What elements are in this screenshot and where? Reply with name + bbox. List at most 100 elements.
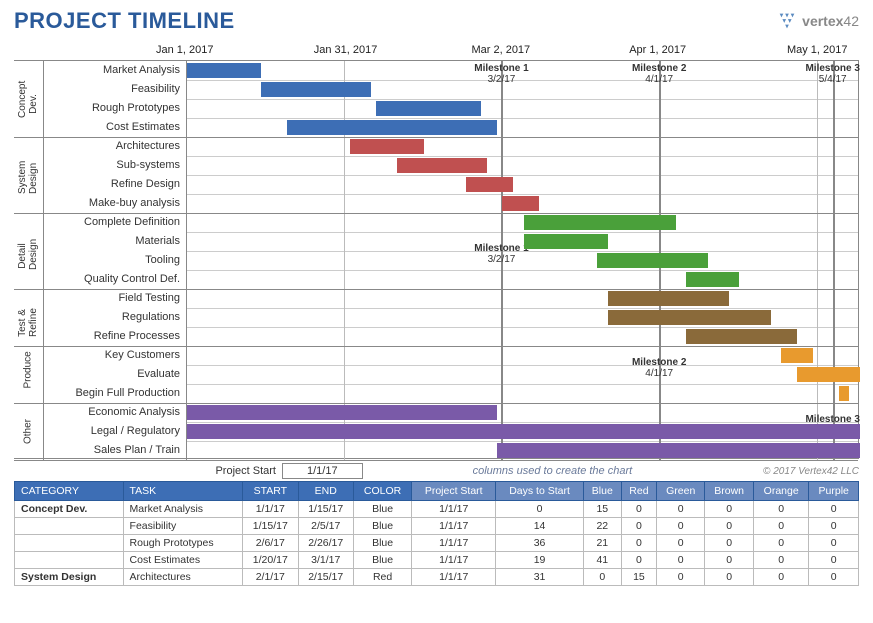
group-gutter: [14, 289, 44, 308]
table-cell[interactable]: 36: [496, 535, 584, 552]
table-cell[interactable]: 1/1/17: [412, 552, 496, 569]
table-cell[interactable]: Blue: [353, 552, 411, 569]
table-cell[interactable]: 0: [705, 518, 754, 535]
task-label: Refine Processes: [44, 327, 186, 346]
table-cell[interactable]: [15, 552, 124, 569]
table-cell[interactable]: [15, 535, 124, 552]
table-cell[interactable]: 3/1/17: [298, 552, 353, 569]
table-cell[interactable]: Feasibility: [123, 518, 243, 535]
task-label: Architectures: [44, 137, 186, 156]
group-label: Concept Dev.: [17, 90, 39, 118]
table-subheader: Red: [621, 482, 657, 501]
table-cell[interactable]: [15, 518, 124, 535]
bar-area: [186, 156, 858, 175]
table-cell[interactable]: 0: [809, 501, 859, 518]
table-cell[interactable]: 0: [809, 518, 859, 535]
table-cell[interactable]: 0: [754, 569, 809, 586]
table-cell[interactable]: Blue: [353, 501, 411, 518]
table-cell[interactable]: 0: [754, 535, 809, 552]
table-cell[interactable]: Architectures: [123, 569, 243, 586]
gantt-bar: [502, 196, 539, 211]
table-header: START: [243, 482, 298, 501]
table-cell[interactable]: 0: [657, 569, 705, 586]
table-cell[interactable]: 0: [754, 518, 809, 535]
task-row: Feasibility: [14, 80, 858, 99]
table-cell[interactable]: 0: [496, 501, 584, 518]
table-cell[interactable]: 22: [583, 518, 621, 535]
table-cell[interactable]: 0: [809, 552, 859, 569]
task-row: Begin Full Production: [14, 384, 858, 403]
table-cell[interactable]: 0: [621, 501, 657, 518]
table-cell[interactable]: Market Analysis: [123, 501, 243, 518]
table-cell[interactable]: Red: [353, 569, 411, 586]
date-tick: Mar 2, 2017: [471, 44, 530, 56]
table-subheader: Blue: [583, 482, 621, 501]
group-label: System Design: [17, 166, 39, 194]
table-cell[interactable]: Blue: [353, 518, 411, 535]
bar-area: [186, 194, 858, 213]
table-cell[interactable]: 0: [754, 552, 809, 569]
gantt-bar: [187, 424, 860, 439]
task-row: Legal / Regulatory: [14, 422, 858, 441]
table-cell[interactable]: 2/5/17: [298, 518, 353, 535]
table-cell[interactable]: 0: [657, 552, 705, 569]
table-cell[interactable]: 15: [583, 501, 621, 518]
table-cell[interactable]: 1/1/17: [412, 535, 496, 552]
table-cell[interactable]: 0: [621, 518, 657, 535]
bar-area: [186, 270, 858, 289]
project-start-value[interactable]: 1/1/17: [282, 463, 363, 479]
bar-area: [186, 61, 858, 80]
task-label: Market Analysis: [44, 61, 186, 80]
table-cell[interactable]: 2/1/17: [243, 569, 298, 586]
table-cell[interactable]: 0: [657, 501, 705, 518]
gantt-bar: [797, 367, 860, 382]
table-subheader: Days to Start: [496, 482, 584, 501]
table-cell[interactable]: 14: [496, 518, 584, 535]
table-cell[interactable]: 2/15/17: [298, 569, 353, 586]
table-cell[interactable]: 0: [809, 535, 859, 552]
table-row: System DesignArchitectures2/1/172/15/17R…: [15, 569, 859, 586]
table-cell[interactable]: System Design: [15, 569, 124, 586]
table-cell[interactable]: 31: [496, 569, 584, 586]
gantt-bar: [187, 405, 497, 420]
table-cell[interactable]: 1/20/17: [243, 552, 298, 569]
table-row: Concept Dev.Market Analysis1/1/171/15/17…: [15, 501, 859, 518]
table-cell[interactable]: 2/26/17: [298, 535, 353, 552]
table-cell[interactable]: Blue: [353, 535, 411, 552]
task-label: Field Testing: [44, 289, 186, 308]
project-start-row: Project Start 1/1/17 columns used to cre…: [14, 463, 859, 479]
table-cell[interactable]: 21: [583, 535, 621, 552]
table-cell[interactable]: 1/1/17: [412, 518, 496, 535]
table-cell[interactable]: 0: [621, 552, 657, 569]
table-cell[interactable]: 0: [705, 535, 754, 552]
table-cell[interactable]: 0: [705, 569, 754, 586]
table-cell[interactable]: Rough Prototypes: [123, 535, 243, 552]
gantt-bar: [376, 101, 481, 116]
table-cell[interactable]: 0: [705, 501, 754, 518]
table-cell[interactable]: 1/1/17: [412, 569, 496, 586]
table-cell[interactable]: 0: [657, 535, 705, 552]
table-row: Feasibility1/15/172/5/17Blue1/1/17142200…: [15, 518, 859, 535]
table-cell[interactable]: 15: [621, 569, 657, 586]
bar-area: [186, 384, 858, 403]
table-cell[interactable]: 0: [657, 518, 705, 535]
group-label: Detail Design: [17, 242, 39, 270]
table-cell[interactable]: 41: [583, 552, 621, 569]
gantt-bar: [839, 386, 850, 401]
table-cell[interactable]: 19: [496, 552, 584, 569]
table-cell[interactable]: 0: [621, 535, 657, 552]
table-cell[interactable]: 1/1/17: [412, 501, 496, 518]
table-cell[interactable]: 2/6/17: [243, 535, 298, 552]
table-cell[interactable]: 1/15/17: [243, 518, 298, 535]
table-cell[interactable]: Cost Estimates: [123, 552, 243, 569]
table-cell[interactable]: 1/15/17: [298, 501, 353, 518]
table-cell[interactable]: 0: [809, 569, 859, 586]
gantt-bar: [466, 177, 513, 192]
table-cell[interactable]: 0: [754, 501, 809, 518]
data-table: CATEGORYTASKSTARTENDCOLORProject StartDa…: [14, 481, 859, 586]
table-cell[interactable]: 0: [583, 569, 621, 586]
task-label: Sub-systems: [44, 156, 186, 175]
table-cell[interactable]: Concept Dev.: [15, 501, 124, 518]
table-cell[interactable]: 1/1/17: [243, 501, 298, 518]
table-cell[interactable]: 0: [705, 552, 754, 569]
